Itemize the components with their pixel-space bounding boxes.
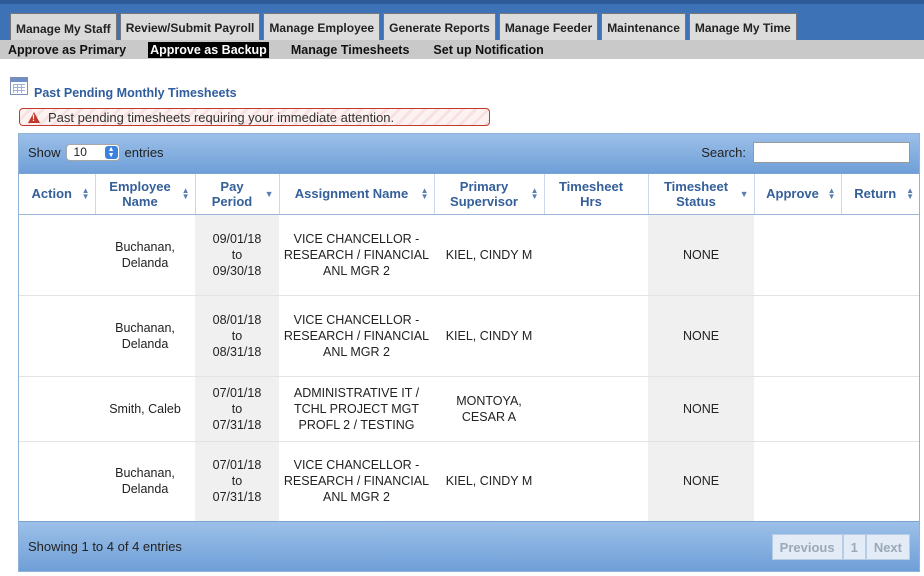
next-button[interactable]: Next: [865, 534, 910, 560]
cell-assignment: VICE CHANCELLOR - RESEARCH / FINANCIAL A…: [279, 441, 434, 522]
section-title: Past Pending Monthly Timesheets: [34, 86, 237, 100]
timesheets-table-wrapper: Show 10 ▲ ▼ entries Search: Action ▲ ▼ Empl…: [18, 133, 920, 572]
search-label: Search:: [701, 145, 746, 160]
table-row: Buchanan, Delanda 08/01/18 to 08/31/18 VIC…: [19, 295, 919, 377]
table-header-row: Action ▲ ▼ Employee Name ▲ ▼ Pay Period ▼ Ass…: [19, 174, 919, 215]
timesheets-table: Action ▲ ▼ Employee Name ▲ ▼ Pay Period ▼ Ass…: [19, 174, 919, 522]
select-arrows-icon: ▲ ▼: [104, 146, 118, 159]
cell-supervisor: KIEL, CINDY M: [434, 214, 544, 296]
col-assignment-name[interactable]: Assignment Name ▲ ▼: [279, 174, 435, 215]
subnav-set-up-notification[interactable]: Set up Notification: [431, 42, 545, 58]
cell-pay-period: 07/01/18 to 07/31/18: [195, 441, 279, 522]
cell-employee: Buchanan, Delanda: [95, 214, 195, 296]
table-row: Smith, Caleb 07/01/18 to 07/31/18 ADMINIST…: [19, 376, 919, 442]
col-return[interactable]: Return ▲ ▼: [841, 174, 919, 215]
page-1-button[interactable]: 1: [842, 534, 866, 560]
cell-approve: [754, 295, 841, 377]
entries-select[interactable]: 10 ▲ ▼: [65, 144, 120, 161]
cell-employee: Buchanan, Delanda: [95, 295, 195, 377]
cell-approve: [754, 441, 841, 522]
sort-icon: ▲ ▼: [181, 186, 190, 201]
sort-icon: ▲ ▼: [81, 186, 90, 201]
cell-action: [19, 214, 95, 296]
calendar-icon: [10, 77, 28, 95]
cell-return: [841, 441, 919, 522]
cell-assignment: VICE CHANCELLOR - RESEARCH / FINANCIAL A…: [279, 295, 434, 377]
subnav-approve-as-primary[interactable]: Approve as Primary: [6, 42, 128, 58]
cell-approve: [754, 214, 841, 296]
tab-manage-feeder[interactable]: Manage Feeder: [498, 13, 599, 41]
sort-desc-icon: ▼: [264, 189, 274, 199]
col-approve[interactable]: Approve ▲ ▼: [754, 174, 842, 215]
cell-supervisor: MONTOYA, CESAR A: [434, 376, 544, 442]
cell-return: [841, 295, 919, 377]
search-control: Search:: [701, 142, 910, 163]
tab-maintenance[interactable]: Maintenance: [601, 13, 686, 41]
cell-pay-period: 07/01/18 to 07/31/18: [195, 376, 279, 442]
subnav-approve-as-backup[interactable]: Approve as Backup: [148, 41, 269, 58]
cell-action: [19, 295, 95, 377]
cell-status: NONE: [648, 214, 754, 296]
cell-assignment: VICE CHANCELLOR - RESEARCH / FINANCIAL A…: [279, 214, 434, 296]
subnav-manage-timesheets[interactable]: Manage Timesheets: [289, 42, 412, 58]
cell-return: [841, 376, 919, 442]
cell-hrs: [544, 214, 648, 296]
col-action[interactable]: Action ▲ ▼: [19, 174, 96, 215]
section-header: Past Pending Monthly Timesheets: [10, 72, 237, 100]
cell-status: NONE: [648, 441, 754, 522]
cell-employee: Buchanan, Delanda: [95, 441, 195, 522]
col-employee-name[interactable]: Employee Name ▲ ▼: [95, 174, 196, 215]
col-timesheet-hrs[interactable]: Timesheet Hrs: [544, 174, 649, 215]
cell-employee: Smith, Caleb: [95, 376, 195, 442]
cell-status: NONE: [648, 295, 754, 377]
sort-icon: ▲ ▼: [530, 186, 539, 201]
tab-review-submit-payroll[interactable]: Review/Submit Payroll: [119, 13, 261, 41]
sort-icon: ▲ ▼: [827, 186, 836, 201]
cell-status: NONE: [648, 376, 754, 442]
show-label: Show: [28, 145, 61, 160]
col-pay-period[interactable]: Pay Period ▼: [195, 174, 280, 215]
cell-hrs: [544, 376, 648, 442]
page-length-control: Show 10 ▲ ▼ entries: [28, 144, 164, 161]
sort-desc-icon: ▼: [739, 189, 749, 199]
cell-supervisor: KIEL, CINDY M: [434, 295, 544, 377]
table-row: Buchanan, Delanda 07/01/18 to 07/31/18 VIC…: [19, 441, 919, 522]
cell-assignment: ADMINISTRATIVE IT / TCHL PROJECT MGT PRO…: [279, 376, 434, 442]
table-row: Buchanan, Delanda 09/01/18 to 09/30/18 VIC…: [19, 214, 919, 296]
tab-manage-employee[interactable]: Manage Employee: [263, 13, 381, 41]
tab-generate-reports[interactable]: Generate Reports: [383, 13, 496, 41]
previous-button[interactable]: Previous: [771, 534, 843, 560]
entries-select-value: 10: [73, 145, 87, 159]
sort-icon: ▲ ▼: [906, 186, 914, 201]
table-footer: Showing 1 to 4 of 4 entries Previous 1 N…: [19, 521, 919, 571]
col-primary-supervisor[interactable]: Primary Supervisor ▲ ▼: [434, 174, 545, 215]
entries-label: entries: [124, 145, 164, 160]
top-nav-bar: Manage My Staff Review/Submit Payroll Ma…: [0, 0, 924, 44]
col-timesheet-status[interactable]: Timesheet Status ▼: [648, 174, 755, 215]
cell-pay-period: 08/01/18 to 08/31/18: [195, 295, 279, 377]
attention-alert: ! Past pending timesheets requiring your…: [19, 108, 490, 126]
cell-approve: [754, 376, 841, 442]
cell-action: [19, 376, 95, 442]
cell-hrs: [544, 295, 648, 377]
cell-action: [19, 441, 95, 522]
sub-nav: Approve as Primary Approve as Backup Man…: [0, 40, 924, 59]
sort-icon: ▲ ▼: [420, 186, 429, 201]
table-toolbar: Show 10 ▲ ▼ entries Search:: [19, 134, 919, 174]
cell-pay-period: 09/01/18 to 09/30/18: [195, 214, 279, 296]
cell-return: [841, 214, 919, 296]
cell-hrs: [544, 441, 648, 522]
search-input[interactable]: [753, 142, 910, 163]
table-info: Showing 1 to 4 of 4 entries: [28, 539, 182, 554]
warning-icon: !: [28, 111, 40, 123]
pagination: Previous 1 Next: [771, 534, 910, 560]
alert-message: Past pending timesheets requiring your i…: [48, 109, 395, 125]
cell-supervisor: KIEL, CINDY M: [434, 441, 544, 522]
tab-manage-my-time[interactable]: Manage My Time: [688, 13, 797, 41]
